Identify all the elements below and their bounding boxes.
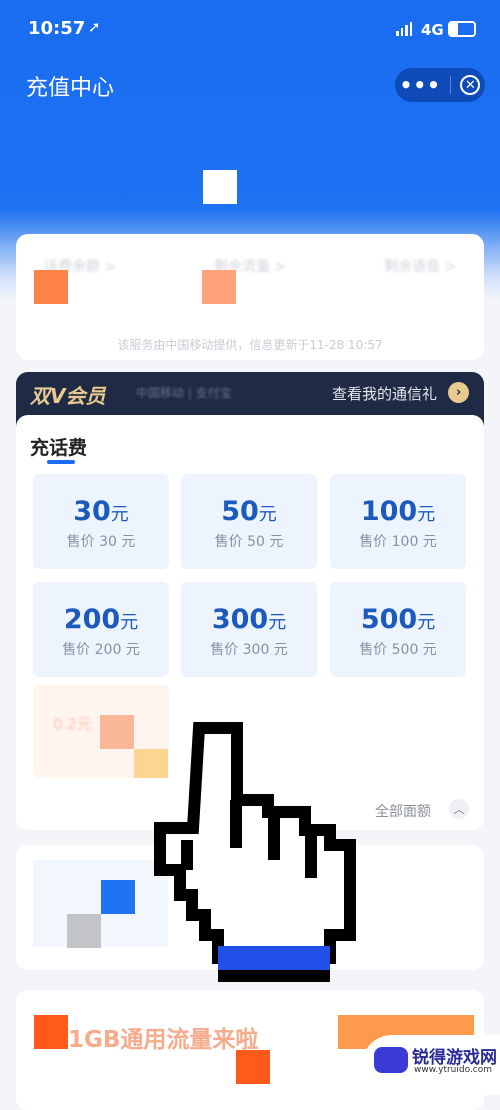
watermark-logo-icon xyxy=(374,1047,408,1073)
watermark-url: www.ytruido.com xyxy=(414,1065,493,1075)
watermark: 锐得游戏网 www.ytruido.com xyxy=(362,1035,500,1095)
hand-cursor-icon xyxy=(154,722,356,982)
